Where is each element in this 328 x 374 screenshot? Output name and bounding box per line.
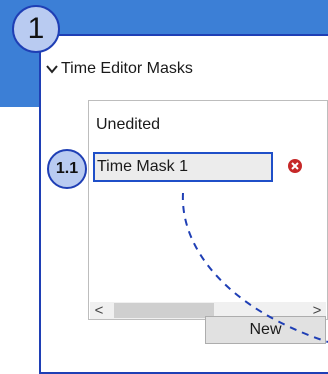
scroll-left-icon[interactable]: <	[90, 302, 108, 319]
callout-badge-1-1: 1.1	[47, 149, 87, 189]
scroll-thumb[interactable]	[114, 303, 214, 318]
new-button[interactable]: New	[205, 316, 326, 344]
time-editor-masks-panel: Time Editor Masks Unedited Time Mask 1 <…	[39, 34, 328, 374]
panel-header[interactable]: Time Editor Masks	[45, 60, 193, 78]
callout-badge-1: 1	[12, 5, 60, 53]
mask-list[interactable]: Unedited Time Mask 1 < >	[88, 100, 328, 320]
list-item[interactable]: Time Mask 1	[93, 152, 273, 182]
remove-x-icon[interactable]	[287, 158, 303, 174]
chevron-down-icon[interactable]	[45, 62, 59, 76]
panel-title: Time Editor Masks	[61, 60, 193, 77]
list-label-unedited: Unedited	[96, 116, 161, 133]
list-item-label: Time Mask 1	[97, 158, 188, 175]
